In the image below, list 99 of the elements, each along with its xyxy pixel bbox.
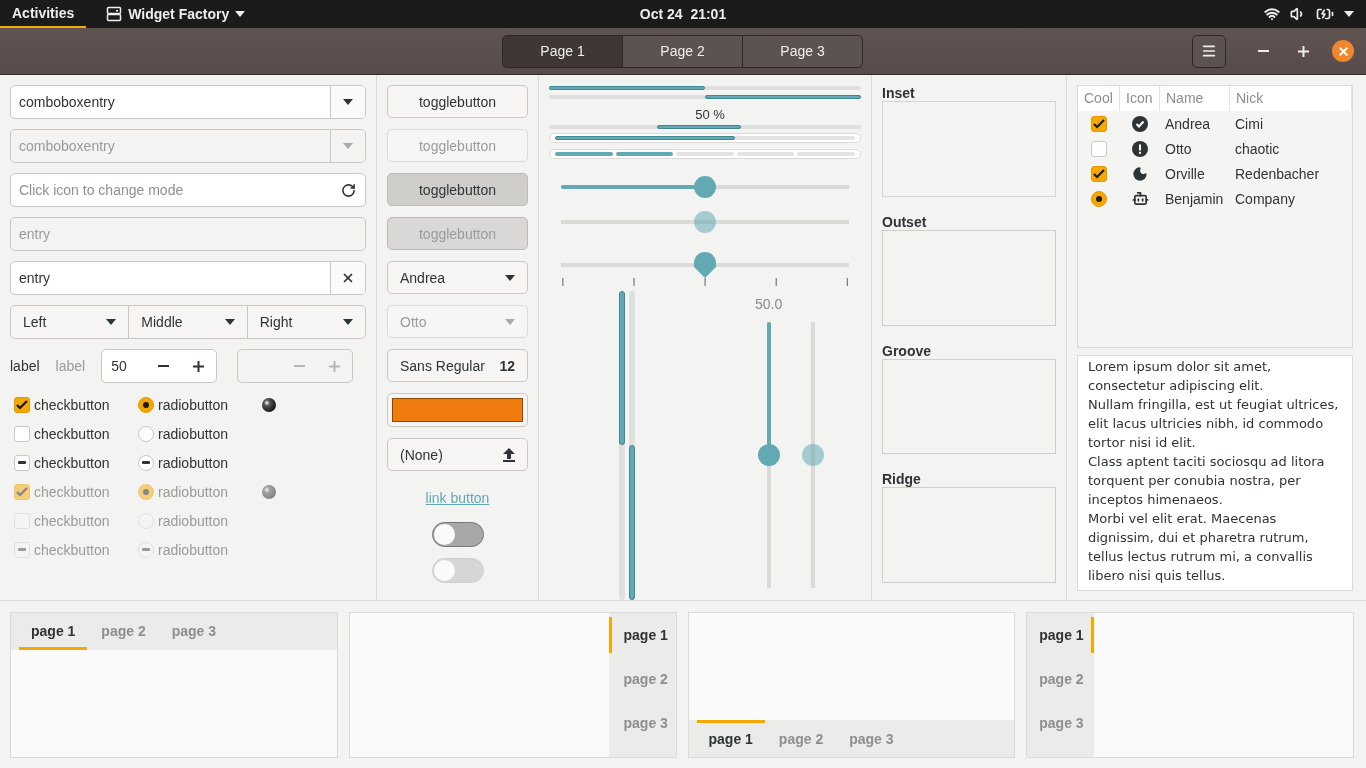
- close-icon: [341, 271, 355, 285]
- checkbox-label: checkbutton: [34, 454, 110, 471]
- upload-icon: [503, 447, 515, 462]
- text-field[interactable]: entry: [10, 261, 366, 295]
- table-cell-text: Benjamin: [1164, 190, 1225, 207]
- close-button[interactable]: [1332, 40, 1354, 62]
- checkbox[interactable]: [14, 425, 30, 442]
- caret-icon: [1344, 11, 1354, 17]
- exclamation-icon: [1132, 140, 1148, 157]
- entry-text[interactable]: Click icon to change mode: [11, 174, 331, 206]
- radio-label: radiobutton: [158, 425, 229, 442]
- spin-button[interactable]: 50: [101, 349, 218, 383]
- radio-label: radiobutton: [158, 483, 229, 500]
- dropdown-button[interactable]: Middle: [128, 305, 248, 339]
- wifi-icon[interactable]: [1264, 6, 1280, 22]
- switch[interactable]: [431, 522, 484, 547]
- cabinet-icon: [106, 6, 123, 22]
- moon-icon: [1132, 165, 1148, 182]
- plus-icon: [329, 360, 341, 372]
- checkbox-label: checkbutton: [34, 541, 110, 558]
- text-paragraph: Nullam fringilla, est ut feugiat ultrices, elit lacus ultricies nibh, id commodo tortor nisi id elit.: [1088, 396, 1340, 452]
- checkbox[interactable]: [1091, 140, 1107, 157]
- menu-icon: [1201, 43, 1217, 59]
- slider-thumb[interactable]: [694, 251, 716, 278]
- checkbox[interactable]: [1091, 115, 1107, 132]
- robot-icon: [1131, 190, 1149, 207]
- caret-icon: [505, 274, 515, 281]
- dropdown-button[interactable]: Right: [246, 305, 366, 339]
- radio-label: radiobutton: [158, 454, 229, 471]
- caret-icon: [235, 11, 246, 17]
- frame-label: Groove: [882, 342, 932, 359]
- frame-label: Inset: [882, 85, 916, 101]
- minus-icon: [158, 365, 170, 367]
- spin-value[interactable]: 50: [102, 358, 147, 374]
- caret-icon: [343, 99, 353, 105]
- plus-icon: [193, 360, 205, 372]
- minus-icon: [1257, 50, 1269, 52]
- check-circle-icon: [1132, 115, 1148, 132]
- toggle-button[interactable]: togglebutton: [387, 173, 528, 206]
- table-cell-text: Cimi: [1234, 115, 1264, 132]
- text-paragraph: Morbi vel elit erat. Maecenas dignissim, dui et pharetra rutrum, tellus lectus rutrum mi, a convallis libero nisi quis tellus.: [1088, 510, 1314, 585]
- page-tab[interactable]: Page 1: [502, 34, 623, 68]
- file-button[interactable]: (None): [387, 438, 528, 471]
- slider-value: 50.0: [755, 296, 783, 312]
- checkbox-label: checkbutton: [34, 396, 110, 413]
- clock[interactable]: Oct 24 21:01: [639, 6, 727, 22]
- checkbox[interactable]: [1091, 165, 1107, 182]
- table-cell-text: Andrea: [1164, 115, 1212, 132]
- app-menu[interactable]: Widget Factory: [106, 6, 246, 22]
- radio-label: radiobutton: [158, 541, 229, 558]
- page-tab[interactable]: Page 2: [622, 34, 743, 68]
- checkbox-label: checkbutton: [34, 483, 110, 500]
- close-icon: [1336, 44, 1350, 58]
- table-cell-text: Redenbacher: [1234, 165, 1321, 182]
- text-paragraph: Lorem ipsum dolor sit amet, consectetur adipiscing elit.: [1088, 358, 1273, 395]
- frame-label: Ridge: [882, 471, 922, 488]
- minus-icon: [294, 365, 306, 367]
- caret-icon: [224, 319, 235, 325]
- checkbox-label: checkbutton: [34, 425, 110, 442]
- entry-text[interactable]: entry: [11, 262, 330, 294]
- refresh-icon[interactable]: [340, 182, 356, 198]
- progress-text: 50 %: [694, 107, 726, 122]
- text-field[interactable]: Click icon to change mode: [10, 173, 366, 207]
- caret-icon: [343, 319, 353, 325]
- radio-button[interactable]: [138, 425, 154, 442]
- label: label: [55, 358, 86, 374]
- clear-button[interactable]: [330, 262, 365, 294]
- toggle-button[interactable]: togglebutton: [387, 85, 528, 118]
- table-cell-text: chaotic: [1234, 140, 1281, 157]
- dropdown-button[interactable]: [330, 86, 365, 118]
- ball-icon: [262, 397, 276, 412]
- caret-icon: [505, 318, 515, 325]
- radio-label: radiobutton: [158, 512, 229, 529]
- combo-box[interactable]: Andrea: [387, 261, 528, 294]
- menu-button[interactable]: [1192, 34, 1226, 68]
- page-tab[interactable]: Page 3: [742, 34, 863, 68]
- checkbox-label: checkbutton: [34, 512, 110, 529]
- radio-button[interactable]: [138, 454, 154, 471]
- table-cell-text: Otto: [1164, 140, 1193, 157]
- checkbox[interactable]: [14, 454, 30, 471]
- radio-button[interactable]: [1091, 190, 1107, 207]
- slider-thumb[interactable]: [694, 175, 716, 198]
- slider-thumb[interactable]: [757, 444, 780, 466]
- entry-text[interactable]: comboboxentry: [11, 86, 330, 118]
- table-cell-text: Company: [1234, 190, 1296, 207]
- radio-label: radiobutton: [158, 396, 229, 413]
- frame-label: Outset: [882, 213, 928, 230]
- plus-icon: [1297, 45, 1309, 57]
- table-cell-text: Orville: [1164, 165, 1206, 182]
- label: label: [10, 358, 40, 374]
- font-button[interactable]: Sans Regular 12: [387, 349, 528, 382]
- ball-icon: [262, 484, 276, 499]
- radio-button[interactable]: [138, 396, 154, 413]
- checkbox[interactable]: [14, 396, 30, 413]
- dropdown-button[interactable]: Left: [10, 305, 130, 339]
- text-paragraph: Class aptent taciti sociosqu ad litora torquent per conubia nostra, per inceptos himenaeos.: [1088, 453, 1326, 509]
- caret-icon: [343, 143, 353, 149]
- combo-entry[interactable]: comboboxentry: [10, 85, 366, 119]
- caret-icon: [106, 319, 117, 325]
